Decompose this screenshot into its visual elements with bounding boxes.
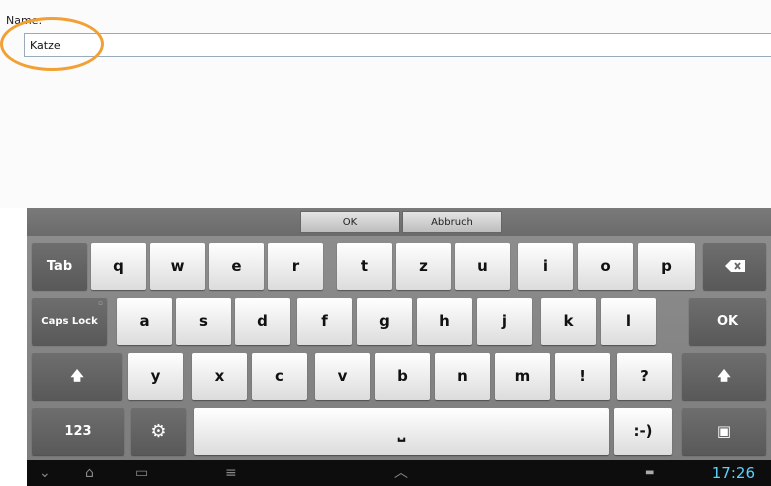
ok-action-button[interactable]: OK: [300, 211, 400, 233]
tab-key[interactable]: Tab: [32, 243, 87, 290]
key-c[interactable]: c: [252, 353, 307, 400]
shift-left-key[interactable]: 🡅: [32, 353, 122, 400]
name-label: Name:: [6, 14, 43, 27]
key-i[interactable]: i: [518, 243, 573, 290]
backspace-icon: [724, 260, 745, 272]
recent-apps-icon[interactable]: ▭: [135, 464, 148, 482]
key-m[interactable]: m: [495, 353, 550, 400]
key-x[interactable]: x: [192, 353, 247, 400]
cancel-action-button[interactable]: Abbruch: [402, 211, 502, 233]
menu-icon[interactable]: ≡: [225, 464, 237, 482]
key-r[interactable]: r: [268, 243, 323, 290]
key-o[interactable]: o: [578, 243, 633, 290]
numbers-key[interactable]: 123: [32, 408, 124, 455]
settings-key[interactable]: ⚙: [131, 408, 186, 455]
name-input[interactable]: [24, 33, 771, 57]
chevron-up-icon[interactable]: ︿: [394, 464, 408, 482]
space-key[interactable]: ⎵: [194, 408, 609, 455]
shift-right-key[interactable]: 🡅: [682, 353, 766, 400]
keyboard-status-icon: ▬: [645, 467, 655, 478]
key-a[interactable]: a: [117, 298, 172, 345]
key-h[interactable]: h: [417, 298, 472, 345]
clock: 17:26: [711, 464, 755, 482]
clipboard-key[interactable]: ▣: [682, 408, 766, 455]
clipboard-icon: ▣: [716, 422, 732, 440]
key-g[interactable]: g: [357, 298, 412, 345]
key-w[interactable]: w: [150, 243, 205, 290]
key-n[interactable]: n: [435, 353, 490, 400]
backspace-key[interactable]: [703, 243, 766, 290]
keyboard-action-bar: OK Abbruch: [27, 208, 771, 236]
key-exclamation[interactable]: !: [555, 353, 610, 400]
key-e[interactable]: e: [209, 243, 264, 290]
key-f[interactable]: f: [297, 298, 352, 345]
key-q[interactable]: q: [91, 243, 146, 290]
key-question[interactable]: ?: [617, 353, 672, 400]
key-p[interactable]: p: [638, 243, 695, 290]
hide-keyboard-icon[interactable]: ⌄: [39, 464, 51, 482]
key-t[interactable]: t: [337, 243, 392, 290]
system-navigation-bar: ⌄ ⌂ ▭ ≡ ︿ ▬ 17:26: [27, 460, 771, 486]
key-b[interactable]: b: [375, 353, 430, 400]
key-v[interactable]: v: [315, 353, 370, 400]
caps-lock-label: Caps Lock: [41, 316, 98, 327]
key-l[interactable]: l: [601, 298, 656, 345]
form-area: Name:: [0, 0, 771, 208]
key-u[interactable]: u: [455, 243, 510, 290]
key-k[interactable]: k: [541, 298, 596, 345]
soft-keyboard: OK Abbruch Tab q w e r t z u i o p Caps …: [27, 208, 771, 460]
smiley-key[interactable]: :-): [614, 408, 672, 455]
caps-indicator-icon: ▫: [98, 299, 103, 307]
key-j[interactable]: j: [477, 298, 532, 345]
key-s[interactable]: s: [176, 298, 231, 345]
ok-key[interactable]: OK: [689, 298, 766, 345]
gear-icon: ⚙: [150, 421, 167, 442]
key-z[interactable]: z: [396, 243, 451, 290]
key-y[interactable]: y: [128, 353, 183, 400]
home-icon[interactable]: ⌂: [85, 464, 94, 482]
caps-lock-key[interactable]: Caps Lock ▫: [32, 298, 107, 345]
key-d[interactable]: d: [235, 298, 290, 345]
